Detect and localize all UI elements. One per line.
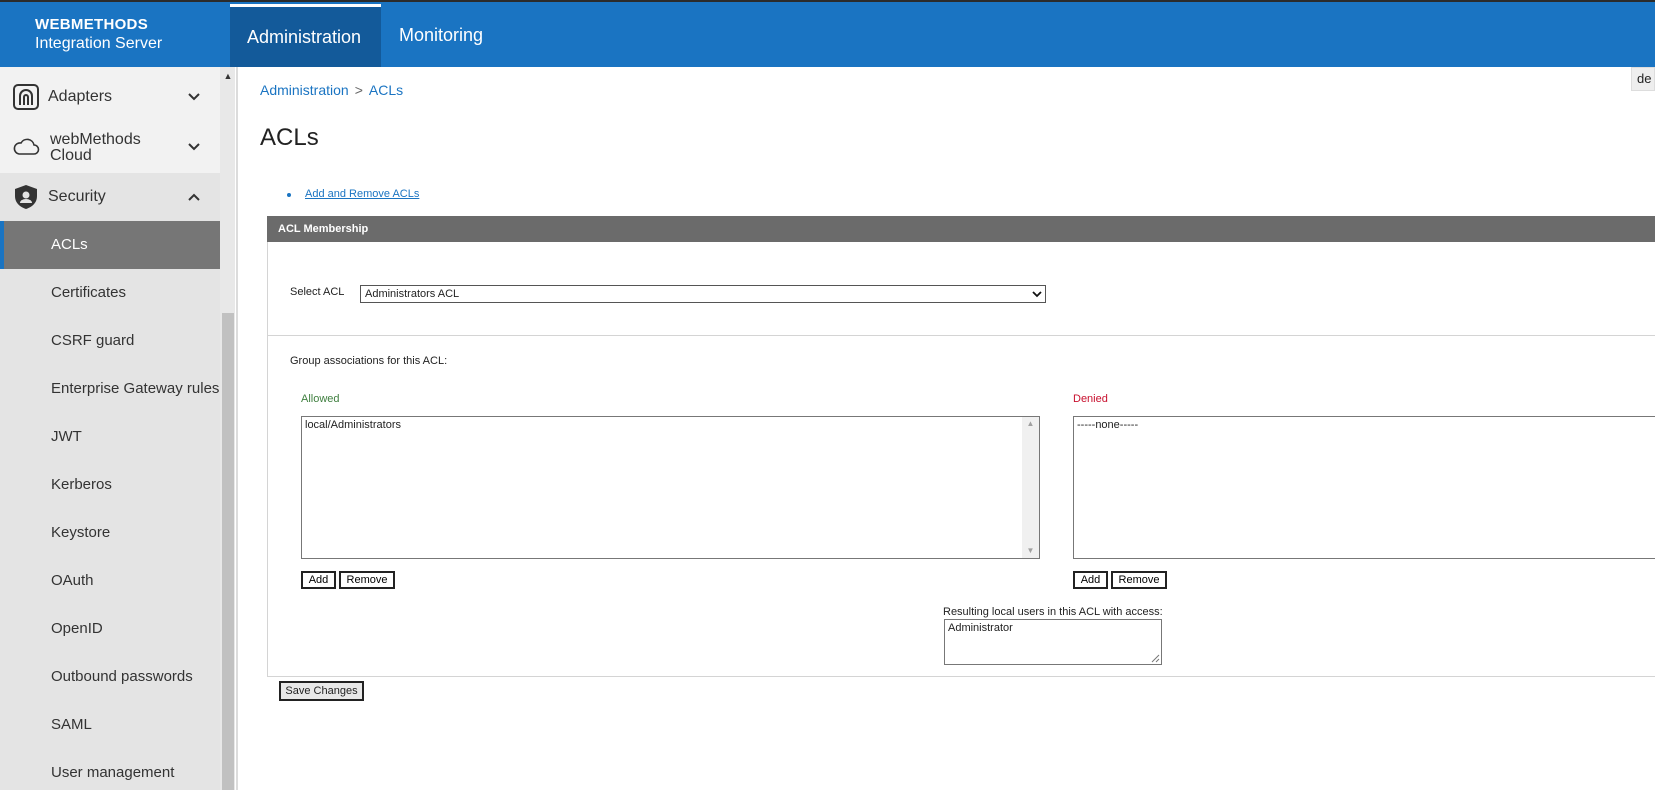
sidebar-item-adapters[interactable]: Adapters (0, 73, 220, 121)
sidebar-item-certificates[interactable]: Certificates (0, 269, 220, 317)
list-item[interactable]: local/Administrators (305, 419, 1036, 431)
denied-remove-button[interactable]: Remove (1111, 571, 1167, 589)
sidebar-item-user-management[interactable]: User management (0, 749, 220, 790)
scroll-down-arrow-icon[interactable]: ▼ (1022, 544, 1039, 558)
list-bullet (287, 193, 291, 197)
shield-icon (15, 185, 37, 209)
group-associations-label: Group associations for this ACL: (290, 355, 448, 367)
tab-administration[interactable]: Administration (230, 4, 381, 67)
chevron-up-icon[interactable] (186, 189, 202, 205)
sidebar-item-security[interactable]: Security (0, 173, 220, 221)
sidebar-item-kerberos[interactable]: Kerberos (0, 461, 220, 509)
sidebar-item-label: webMethods Cloud (50, 132, 141, 164)
sidebar-item-saml[interactable]: SAML (0, 701, 220, 749)
breadcrumb-separator: > (354, 82, 363, 98)
sidebar-item-label: Adapters (48, 88, 113, 105)
adapters-icon (13, 84, 39, 110)
sidebar-item-webmethods-cloud[interactable]: webMethods Cloud (0, 123, 220, 173)
corner-button[interactable]: de (1631, 67, 1655, 91)
chevron-down-icon (1032, 291, 1042, 298)
allowed-remove-button[interactable]: Remove (339, 571, 395, 589)
panel-title: ACL Membership (267, 216, 1655, 242)
list-item[interactable]: -----none----- (1077, 419, 1652, 431)
resulting-users-textarea[interactable]: Administrator (944, 619, 1162, 665)
resulting-users-label: Resulting local users in this ACL with a… (943, 606, 1163, 618)
page-title: ACLs (260, 124, 319, 151)
sidebar-item-label-line2: Cloud (50, 147, 92, 164)
divider (268, 335, 1655, 336)
acl-select-value: Administrators ACL (365, 288, 460, 300)
sidebar-item-jwt[interactable]: JWT (0, 413, 220, 461)
sidebar-item-label: Security (48, 188, 106, 205)
scroll-up-arrow-icon[interactable]: ▲ (222, 70, 234, 82)
sidebar-item-acls[interactable]: ACLs (0, 221, 220, 269)
save-changes-button[interactable]: Save Changes (279, 681, 364, 701)
sidebar-scrollbar-thumb[interactable] (222, 313, 234, 790)
sidebar-item-csrf-guard[interactable]: CSRF guard (0, 317, 220, 365)
content-divider (236, 67, 238, 790)
listbox-scrollbar[interactable]: ▲ ▼ (1022, 417, 1039, 558)
chevron-down-icon[interactable] (186, 89, 202, 105)
resulting-users-value: Administrator (948, 622, 1013, 634)
breadcrumb-acls[interactable]: ACLs (369, 82, 403, 98)
sidebar-item-keystore[interactable]: Keystore (0, 509, 220, 557)
allowed-add-button[interactable]: Add (301, 571, 336, 589)
breadcrumb: Administration > ACLs (260, 82, 403, 98)
denied-label: Denied (1073, 393, 1108, 405)
scroll-up-arrow-icon[interactable]: ▲ (1022, 417, 1039, 431)
sidebar-item-oauth[interactable]: OAuth (0, 557, 220, 605)
add-remove-acls-link[interactable]: Add and Remove ACLs (305, 188, 419, 200)
breadcrumb-administration[interactable]: Administration (260, 82, 349, 98)
chevron-down-icon[interactable] (186, 139, 202, 155)
brand-logo[interactable]: WEBMETHODS Integration Server (35, 16, 162, 54)
acl-select[interactable]: Administrators ACL (360, 285, 1046, 303)
sidebar-item-openid[interactable]: OpenID (0, 605, 220, 653)
sidebar-item-outbound-passwords[interactable]: Outbound passwords (0, 653, 220, 701)
denied-add-button[interactable]: Add (1073, 571, 1108, 589)
brand-name: WEBMETHODS (35, 16, 148, 33)
top-bar: WEBMETHODS Integration Server Administra… (0, 0, 1655, 67)
select-acl-label: Select ACL (290, 286, 345, 298)
allowed-listbox[interactable]: local/Administrators ▲ ▼ (301, 416, 1040, 559)
denied-listbox[interactable]: -----none----- (1073, 416, 1655, 559)
sidebar-item-enterprise-gateway-rules[interactable]: Enterprise Gateway rules (0, 365, 220, 413)
cloud-icon (13, 138, 40, 155)
brand-product: Integration Server (35, 35, 163, 52)
sidebar: Adapters webMethods Cloud Security ACLs … (0, 67, 220, 790)
resize-grip-icon[interactable] (1150, 653, 1160, 663)
tab-monitoring[interactable]: Monitoring (382, 4, 500, 67)
sidebar-item-label-line1: webMethods (50, 131, 141, 148)
allowed-label: Allowed (301, 393, 340, 405)
